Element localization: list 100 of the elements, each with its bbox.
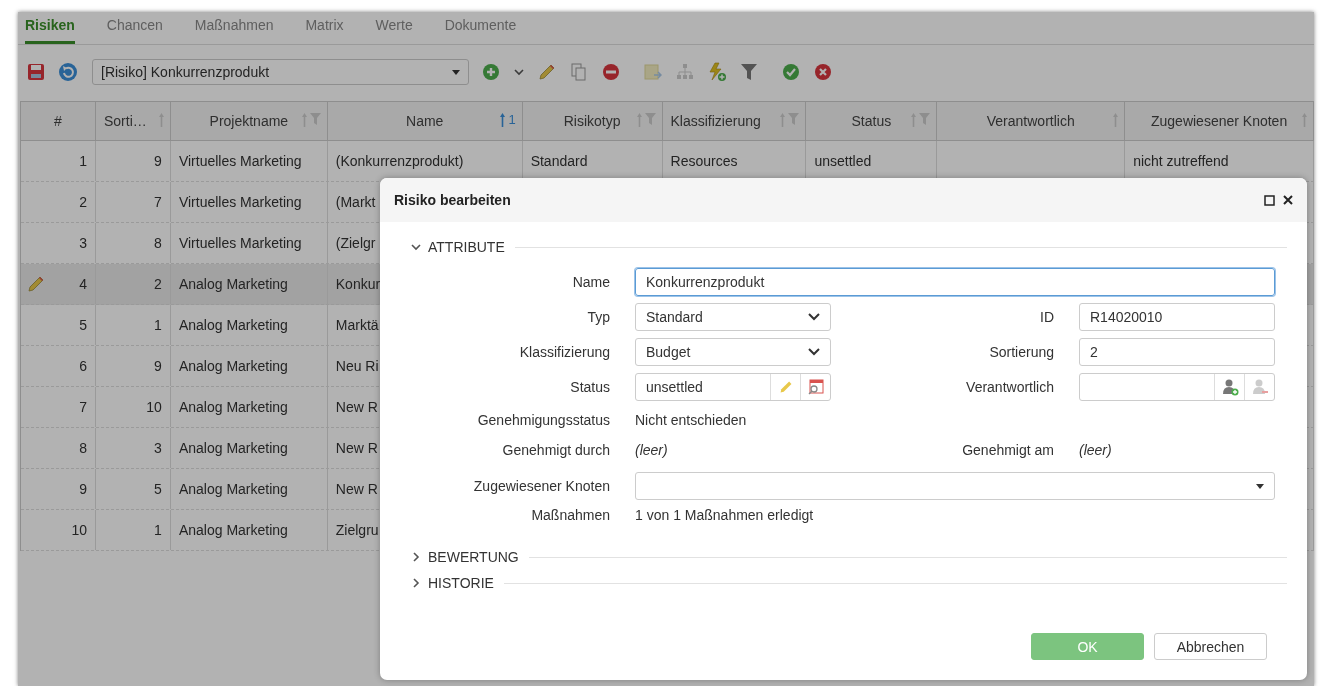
caret-down-icon[interactable] — [1256, 483, 1264, 489]
field-label: Status — [570, 379, 610, 395]
section-header[interactable]: ATTRIBUTE — [410, 234, 1287, 260]
pencil-icon[interactable] — [778, 380, 793, 394]
chevron-right-icon[interactable] — [410, 577, 422, 589]
field-label: ID — [1040, 309, 1054, 325]
add-person-icon[interactable] — [1220, 378, 1239, 396]
table-cell: 5 — [154, 481, 162, 497]
table-cell: (Markt — [335, 194, 376, 210]
maximize-icon[interactable] — [1264, 194, 1275, 206]
tab[interactable]: Matrix — [305, 17, 344, 44]
field-label: Maßnahmen — [531, 507, 610, 523]
table-cell: 2 — [79, 194, 87, 210]
text-field[interactable]: Konkurrenzprodukt — [635, 268, 1275, 296]
table-row[interactable]: 1 9 Virtuelles Marketing (Konkurrenzprodukt) Standard Resources unsettled nicht zutreffend — [21, 141, 1314, 182]
dialog-title: Risiko bearbeiten — [394, 192, 511, 208]
chevron-down-icon[interactable] — [410, 241, 422, 253]
person-field[interactable] — [1079, 373, 1275, 401]
caret-down-icon[interactable] — [452, 69, 460, 75]
field-label: Verantwortlich — [966, 379, 1054, 395]
record-select[interactable]: [Risiko] Konkurrenzprodukt — [92, 59, 469, 85]
cancel-button[interactable]: Abbrechen — [1154, 633, 1267, 660]
section-header[interactable]: HISTORIE — [410, 570, 1287, 596]
table-cell: 9 — [154, 358, 162, 374]
column-header[interactable]: Risikotyp — [522, 102, 663, 140]
sort-icon[interactable] — [1113, 113, 1119, 127]
column-header[interactable]: Sorti… — [95, 102, 171, 140]
remove-icon[interactable] — [602, 63, 620, 81]
tab[interactable]: Risiken — [25, 17, 75, 44]
table-cell: 7 — [79, 399, 87, 415]
value-text: 1 von 1 Maßnahmen erledigt — [635, 507, 815, 523]
cancel-icon[interactable] — [814, 63, 832, 81]
table-cell: (Konkurrenzprodukt) — [335, 153, 464, 169]
field-label: Klassifizierung — [519, 344, 610, 360]
sort-ascending-icon[interactable] — [500, 113, 506, 127]
value-text: Nicht entschieden — [635, 412, 748, 428]
field-label: Name — [572, 274, 610, 290]
close-icon[interactable] — [1283, 195, 1293, 205]
refresh-icon[interactable] — [58, 62, 78, 82]
tab[interactable]: Maßnahmen — [194, 17, 274, 44]
field-label: Genehmigt durch — [502, 442, 610, 458]
table-cell: 3 — [154, 440, 162, 456]
table-cell: Zielgru — [335, 522, 379, 538]
sort-icon[interactable] — [911, 113, 917, 127]
value-text: (leer) — [635, 442, 669, 458]
table-cell: Analog Marketing — [178, 440, 288, 456]
select-field[interactable]: Standard — [635, 303, 831, 331]
table-cell: 2 — [154, 276, 162, 292]
chevron-down-icon[interactable] — [513, 66, 525, 78]
sort-icon[interactable] — [158, 113, 164, 127]
table-cell: 9 — [154, 153, 162, 169]
select-field[interactable]: Budget — [635, 338, 831, 366]
pencil-icon — [27, 275, 45, 293]
tab[interactable]: Chancen — [106, 17, 163, 44]
column-header[interactable]: Zugewiesener Knoten — [1125, 102, 1314, 140]
table-cell: New R — [335, 481, 378, 497]
calendar-search-icon[interactable] — [806, 378, 825, 396]
value-text: (leer) — [1079, 442, 1113, 458]
column-header[interactable]: Name 1 — [327, 102, 523, 140]
copy-icon[interactable] — [571, 63, 587, 81]
column-header[interactable]: Klassifizierung — [662, 102, 807, 140]
table-cell: 5 — [79, 317, 87, 333]
table-cell: 7 — [154, 194, 162, 210]
table-cell: Neu Ri — [335, 358, 379, 374]
column-header[interactable]: Verantwortlich — [937, 102, 1126, 140]
table-cell: Analog Marketing — [178, 317, 288, 333]
field-label: Genehmigt am — [962, 442, 1054, 458]
tab[interactable]: Werte — [375, 17, 413, 44]
plus-icon[interactable] — [482, 63, 500, 81]
table-cell: 6 — [79, 358, 87, 374]
table-cell: unsettled — [814, 153, 872, 169]
section-header[interactable]: BEWERTUNG — [410, 544, 1287, 570]
text-field[interactable]: 2 — [1079, 338, 1275, 366]
column-header[interactable]: # — [21, 102, 96, 140]
sort-icon[interactable] — [636, 113, 642, 127]
table-cell: 8 — [79, 440, 87, 456]
table-cell: Virtuelles Marketing — [178, 194, 302, 210]
column-header[interactable]: Status — [806, 102, 938, 140]
text-field[interactable]: R14020010 — [1079, 303, 1275, 331]
chevron-down-icon[interactable] — [808, 313, 820, 321]
chevron-right-icon[interactable] — [410, 551, 422, 563]
hierarchy-icon[interactable] — [676, 63, 694, 81]
dropdown-field[interactable] — [635, 472, 1275, 500]
status-field[interactable]: unsettled — [635, 373, 831, 401]
pencil-icon[interactable] — [538, 63, 556, 81]
sort-icon[interactable] — [1302, 113, 1307, 127]
filter-icon[interactable] — [741, 63, 757, 81]
field-label: Genehmigungsstatus — [477, 412, 610, 428]
chevron-down-icon[interactable] — [808, 348, 820, 356]
sort-icon[interactable] — [301, 113, 307, 127]
table-cell: 3 — [79, 235, 87, 251]
column-header[interactable]: Projektname — [170, 102, 328, 140]
table-cell: 4 — [79, 276, 87, 292]
lightning-plus-icon[interactable] — [707, 62, 727, 82]
tab[interactable]: Dokumente — [444, 17, 517, 44]
remove-person-icon[interactable] — [1250, 378, 1269, 396]
sort-icon[interactable] — [780, 113, 786, 127]
save-icon[interactable] — [27, 63, 45, 81]
table-cell: Analog Marketing — [178, 358, 288, 374]
check-icon[interactable] — [782, 63, 800, 81]
